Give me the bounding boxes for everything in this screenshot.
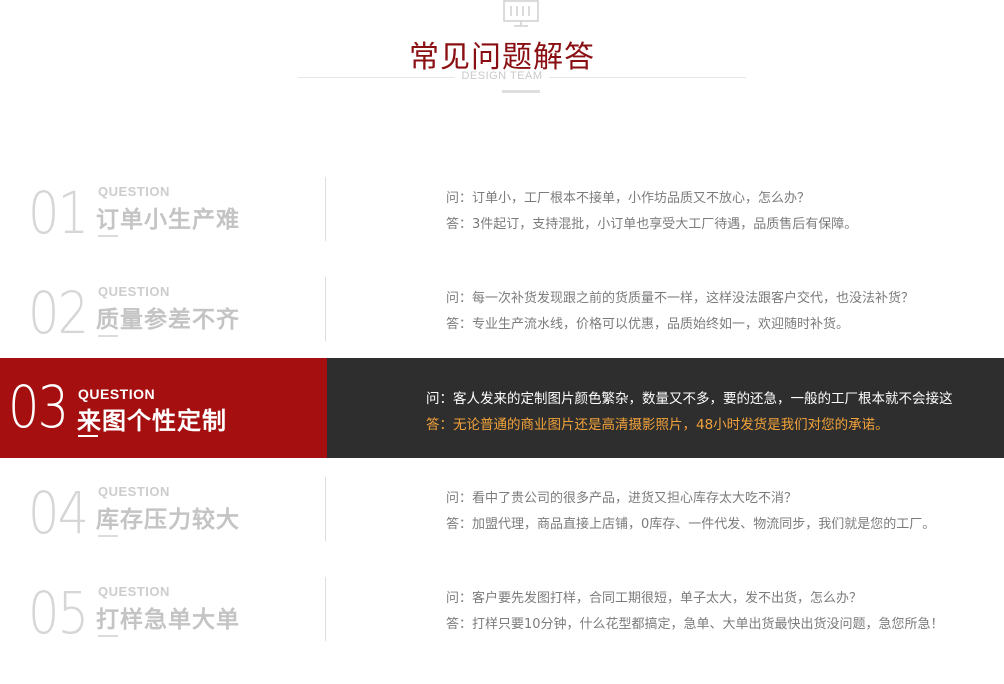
- faq-number: 01: [28, 179, 89, 247]
- faq-item[interactable]: 04 QUESTION 库存压力较大 问：看中了贵公司的很多产品，进货又担心库存…: [0, 477, 1004, 584]
- monitor-icon: [503, 0, 539, 27]
- active-answer-panel: [327, 358, 1004, 458]
- faq-question: 问：订单小，工厂根本不接单，小作坊品质又不放心，怎么办？: [446, 191, 811, 206]
- faq-topic: 库存压力较大: [96, 507, 240, 533]
- faq-question: 问：每一次补货发现跟之前的货质量不一样，这样没法跟客户交代，也没法补货？: [446, 291, 915, 306]
- question-label: QUESTION: [78, 386, 156, 402]
- faq-item[interactable]: 05 QUESTION 打样急单大单 问：客户要先发图打样，合同工期很短，单子太…: [0, 577, 1004, 684]
- topic-underline: [98, 535, 118, 537]
- faq-answer: 答：无论普通的商业图片还是高清摄影照片，48小时发货是我们对您的承诺。: [426, 417, 889, 433]
- question-label: QUESTION: [98, 184, 170, 199]
- faq-number: 05: [28, 579, 89, 647]
- faq-answer: 答：加盟代理，商品直接上店铺，0库存、一件代发、物流同步，我们就是您的工厂。: [446, 517, 936, 532]
- faq-question: 问：客人发来的定制图片颜色繁杂，数量又不多，要的还急，一般的工厂根本就不会接这: [426, 391, 953, 407]
- faq-question: 问：看中了贵公司的很多产品，进货又担心库存太大吃不消？: [446, 491, 798, 506]
- faq-topic: 来图个性定制: [77, 407, 227, 435]
- faq-question: 问：客户要先发图打样，合同工期很短，单子太大，发不出货，怎么办？: [446, 591, 863, 606]
- faq-topic: 质量参差不齐: [96, 307, 240, 333]
- row-divider: [325, 477, 326, 541]
- topic-underline: [98, 335, 118, 337]
- topic-underline: [98, 235, 118, 237]
- question-label: QUESTION: [98, 484, 170, 499]
- faq-topic: 订单小生产难: [96, 207, 240, 233]
- topic-underline: [98, 635, 118, 637]
- title-accent-bar: [502, 90, 540, 93]
- faq-item-active[interactable]: 03 QUESTION 来图个性定制 问：客人发来的定制图片颜色繁杂，数量又不多…: [0, 358, 1004, 458]
- row-divider: [325, 577, 326, 641]
- row-divider: [325, 177, 326, 241]
- faq-topic: 打样急单大单: [96, 607, 240, 633]
- page-subtitle: DESIGN TEAM: [0, 70, 1004, 82]
- faq-item[interactable]: 01 QUESTION 订单小生产难 问：订单小，工厂根本不接单，小作坊品质又不…: [0, 177, 1004, 284]
- question-label: QUESTION: [98, 584, 170, 599]
- question-label: QUESTION: [98, 284, 170, 299]
- faq-number: 03: [8, 373, 69, 441]
- faq-answer: 答：专业生产流水线，价格可以优惠，品质始终如一，欢迎随时补货。: [446, 317, 850, 332]
- faq-number: 04: [28, 479, 89, 547]
- faq-answer: 答：打样只要10分钟，什么花型都搞定，急单、大单出货最快出货没问题，急您所急！: [446, 617, 944, 632]
- faq-answer: 答：3件起订，支持混批，小订单也享受大工厂待遇，品质售后有保障。: [446, 217, 858, 232]
- faq-number: 02: [28, 279, 89, 347]
- topic-underline: [78, 435, 98, 437]
- row-divider: [325, 277, 326, 341]
